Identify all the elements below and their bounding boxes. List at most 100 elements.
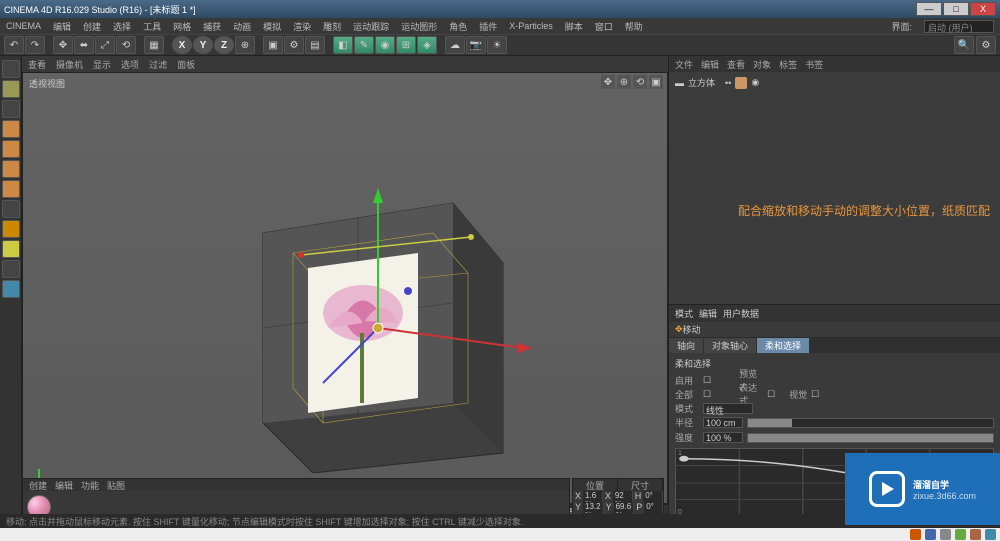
edge-mode-icon[interactable] (2, 160, 20, 178)
minimize-button[interactable]: — (916, 2, 942, 16)
polygon-mode-icon[interactable] (2, 180, 20, 198)
make-editable-icon[interactable] (2, 60, 20, 78)
environment-icon[interactable]: ☁ (445, 36, 465, 54)
tray-icon-5[interactable] (970, 529, 981, 540)
weight-checkbox[interactable]: ☐ (767, 389, 775, 400)
vp-nav-zoom-icon[interactable]: ⊕ (617, 75, 631, 89)
recent-tool-icon[interactable]: ▦ (144, 36, 164, 54)
attr-tab-userdata[interactable]: 用户数据 (723, 307, 759, 320)
tray-icon-6[interactable] (985, 529, 996, 540)
menu-animate[interactable]: 动画 (233, 20, 251, 33)
move-tool-icon[interactable]: ⬌ (74, 36, 94, 54)
nurbs-icon[interactable]: ◉ (375, 36, 395, 54)
all-checkbox[interactable]: ☐ (703, 389, 711, 400)
pos-x-field[interactable]: 1.6 % (583, 491, 603, 502)
y-axis-toggle[interactable]: Y (193, 36, 213, 54)
tray-icon-1[interactable] (910, 529, 921, 540)
mat-tab-create[interactable]: 创建 (29, 479, 47, 492)
camera-icon[interactable]: 📷 (466, 36, 486, 54)
tray-icon-4[interactable] (955, 529, 966, 540)
subtab-pivot[interactable]: 对象轴心 (704, 338, 756, 353)
mat-tab-func[interactable]: 功能 (81, 479, 99, 492)
menu-script[interactable]: 脚本 (565, 20, 583, 33)
menu-tools[interactable]: 工具 (143, 20, 161, 33)
array-icon[interactable]: ⊞ (396, 36, 416, 54)
menu-mograph[interactable]: 运动图形 (401, 20, 437, 33)
object-manager[interactable]: ▬ 立方体 •• ◉ 配合缩放和移动手动的调整大小位置，纸质匹配 (669, 72, 1000, 304)
mode-select[interactable]: 线性 (703, 403, 753, 414)
menu-cinema[interactable]: CINEMA (6, 21, 41, 31)
model-mode-icon[interactable] (2, 80, 20, 98)
search-icon[interactable]: 🔍 (954, 36, 974, 54)
menu-render[interactable]: 渲染 (293, 20, 311, 33)
menu-mesh[interactable]: 网格 (173, 20, 191, 33)
vp-nav-rotate-icon[interactable]: ⟲ (633, 75, 647, 89)
size-x-field[interactable]: 92 % (613, 491, 633, 502)
rotate-tool-icon[interactable]: ⟲ (116, 36, 136, 54)
radius-field[interactable]: 100 cm (703, 417, 743, 428)
layout-select[interactable]: 启动 (用户) (924, 20, 994, 33)
cube-primitive-icon[interactable]: ◧ (333, 36, 353, 54)
strength-slider[interactable] (747, 433, 994, 443)
vp-menu-camera[interactable]: 摄像机 (56, 58, 83, 71)
world-axis-icon[interactable]: ⊕ (235, 36, 255, 54)
menu-create[interactable]: 创建 (83, 20, 101, 33)
render-view-icon[interactable]: ▣ (263, 36, 283, 54)
rot-h-field[interactable]: 0° (643, 491, 663, 502)
mat-tab-edit[interactable]: 编辑 (55, 479, 73, 492)
workplane-icon[interactable] (2, 120, 20, 138)
strength-field[interactable]: 100 % (703, 432, 743, 443)
scale-tool-icon[interactable]: ⤢ (95, 36, 115, 54)
menu-plugins[interactable]: 插件 (479, 20, 497, 33)
settings-icon[interactable]: ⚙ (976, 36, 996, 54)
tray-icon-2[interactable] (925, 529, 936, 540)
picture-viewer-icon[interactable]: ▤ (305, 36, 325, 54)
om-tab-view[interactable]: 查看 (727, 58, 745, 71)
vp-menu-options[interactable]: 选项 (121, 58, 139, 71)
workplane2-icon[interactable] (2, 260, 20, 278)
menu-edit[interactable]: 编辑 (53, 20, 71, 33)
phong-tag-icon[interactable]: ◉ (751, 77, 759, 88)
om-tab-tags[interactable]: 标签 (779, 58, 797, 71)
attr-tab-edit[interactable]: 编辑 (699, 307, 717, 320)
vp-menu-filter[interactable]: 过滤 (149, 58, 167, 71)
enable-checkbox[interactable]: ☐ (703, 375, 711, 386)
rot-p-field[interactable]: 0° (644, 502, 663, 513)
close-button[interactable]: X (970, 2, 996, 16)
menu-sculpt[interactable]: 雕刻 (323, 20, 341, 33)
animation-mode-icon[interactable] (2, 280, 20, 298)
vp-nav-pan-icon[interactable]: ✥ (601, 75, 615, 89)
pen-tool-icon[interactable]: ✎ (354, 36, 374, 54)
x-axis-toggle[interactable]: X (172, 36, 192, 54)
menu-select[interactable]: 选择 (113, 20, 131, 33)
undo-button[interactable]: ↶ (4, 36, 24, 54)
maximize-button[interactable]: □ (943, 2, 969, 16)
tray-icon-3[interactable] (940, 529, 951, 540)
texture-mode-icon[interactable] (2, 100, 20, 118)
om-tab-object[interactable]: 对象 (753, 58, 771, 71)
light-icon[interactable]: ☀ (487, 36, 507, 54)
trick-checkbox[interactable]: ☐ (811, 389, 819, 400)
subtab-axis[interactable]: 轴向 (669, 338, 703, 353)
hierarchy-item-cube[interactable]: ▬ 立方体 •• ◉ (675, 76, 994, 89)
snap-settings-icon[interactable] (2, 240, 20, 258)
pos-y-field[interactable]: 13.2 % (583, 502, 604, 513)
point-mode-icon[interactable] (2, 140, 20, 158)
axis-mode-icon[interactable] (2, 200, 20, 218)
radius-slider[interactable] (747, 418, 994, 428)
attr-tab-mode[interactable]: 模式 (675, 307, 693, 320)
render-settings-icon[interactable]: ⚙ (284, 36, 304, 54)
vp-menu-display[interactable]: 显示 (93, 58, 111, 71)
menu-window[interactable]: 窗口 (595, 20, 613, 33)
menu-xparticles[interactable]: X-Particles (509, 21, 553, 31)
vp-nav-max-icon[interactable]: ▣ (649, 75, 663, 89)
om-tab-edit[interactable]: 编辑 (701, 58, 719, 71)
redo-button[interactable]: ↷ (25, 36, 45, 54)
perspective-viewport[interactable]: 透视视图 ✥ ⊕ ⟲ ▣ (22, 72, 668, 504)
om-tab-file[interactable]: 文件 (675, 58, 693, 71)
subtab-softsel[interactable]: 柔和选择 (757, 338, 809, 353)
size-y-field[interactable]: 69.6 % (614, 502, 635, 513)
z-axis-toggle[interactable]: Z (214, 36, 234, 54)
vp-menu-view[interactable]: 查看 (28, 58, 46, 71)
menu-snap[interactable]: 捕获 (203, 20, 221, 33)
